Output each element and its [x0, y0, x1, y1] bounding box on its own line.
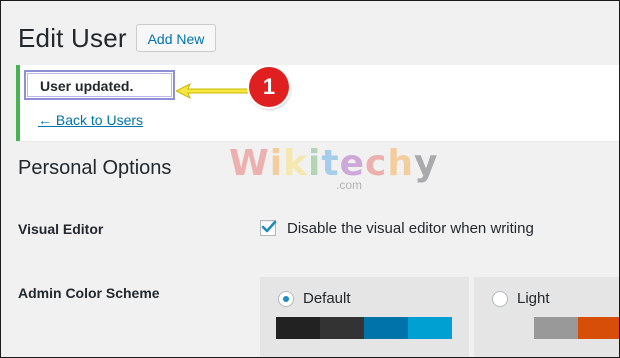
default-scheme-radio[interactable] — [278, 291, 294, 307]
page-title: Edit User — [18, 23, 127, 53]
screenshot-frame: Edit User Add New User updated. ← Back t… — [0, 0, 620, 358]
annotation-arrow-icon — [176, 83, 253, 99]
scheme-name: Light — [517, 290, 550, 307]
color-swatch — [534, 317, 578, 339]
color-swatch — [578, 317, 619, 339]
section-title-personal-options: Personal Options — [18, 157, 172, 179]
scheme-swatches — [490, 317, 619, 339]
notice-message: User updated. — [24, 70, 175, 100]
color-swatch — [320, 317, 364, 339]
light-scheme-radio[interactable] — [492, 291, 508, 307]
color-swatch — [408, 317, 452, 339]
watermark-logo: Wikitechy — [229, 143, 439, 184]
color-swatch — [490, 317, 534, 339]
checkmark-icon — [261, 220, 277, 233]
admin-color-scheme-label: Admin Color Scheme — [18, 285, 160, 301]
color-scheme-light[interactable]: Light — [474, 277, 619, 357]
scheme-swatches — [276, 317, 452, 339]
visual-editor-checkbox[interactable] — [260, 220, 277, 236]
back-to-users-link[interactable]: ← Back to Users — [38, 112, 143, 128]
visual-editor-checkbox-label[interactable]: Disable the visual editor when writing — [287, 220, 534, 237]
scheme-name: Default — [303, 290, 351, 307]
color-swatch — [364, 317, 408, 339]
color-swatch — [276, 317, 320, 339]
add-new-button[interactable]: Add New — [136, 24, 216, 52]
annotation-badge: 1 — [249, 67, 289, 107]
watermark-domain: .com — [336, 178, 363, 192]
success-notice: User updated. ← Back to Users — [16, 65, 619, 141]
visual-editor-label: Visual Editor — [18, 221, 104, 237]
color-scheme-default[interactable]: Default — [260, 277, 469, 357]
